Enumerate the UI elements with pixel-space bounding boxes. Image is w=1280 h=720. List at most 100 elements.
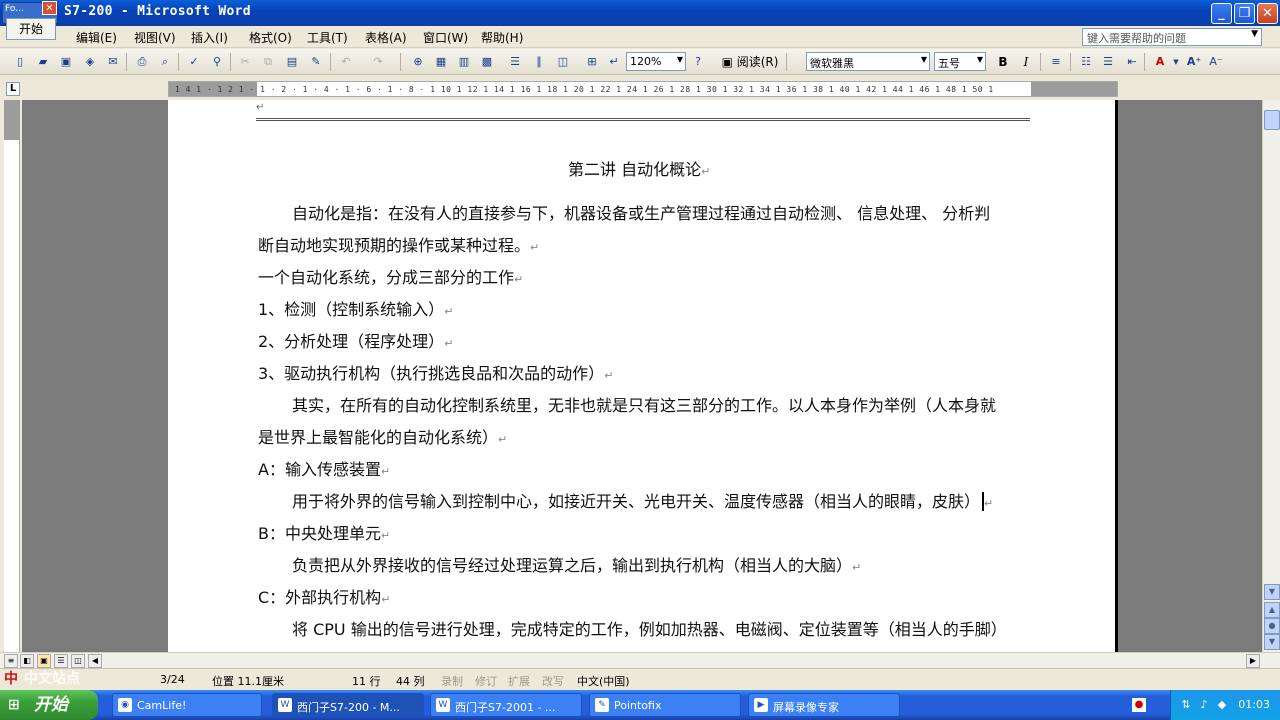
tab-selector[interactable]: L <box>6 82 20 96</box>
camlife-icon: ◉ <box>118 698 132 712</box>
menu-view[interactable]: 视图(V) <box>134 29 176 46</box>
mini-close-icon[interactable]: ✕ <box>42 1 57 15</box>
paragraph-line: 用于将外界的信号输入到控制中心，如接近开关、光电开关、温度传感器（相当人的眼睛，… <box>292 492 994 511</box>
document-map-icon[interactable]: ◫ <box>555 54 571 70</box>
extend-indicator[interactable]: 扩展 <box>508 673 530 689</box>
paragraph-line: 将 CPU 输出的信号进行处理，完成特定的工作，例如加热器、电磁阀、定位装置等（… <box>292 620 1007 639</box>
menu-tools[interactable]: 工具(T) <box>307 29 348 46</box>
permission-icon[interactable]: ◈ <box>82 54 98 70</box>
paragraph-line: 断自动地实现预期的操作或某种过程。↵ <box>258 236 540 255</box>
recorder-watermark: 中 中文站点 <box>0 664 210 692</box>
zoom-value: 120% <box>630 55 662 68</box>
paragraph-line: 一个自动化系统，分成三部分的工作↵ <box>258 268 524 287</box>
record-indicator[interactable]: 录制 <box>441 673 463 689</box>
vertical-scrollbar[interactable]: ▼ ▲ ● ▼ <box>1262 100 1280 652</box>
list-item: 1、检测（控制系统输入）↵ <box>258 300 454 319</box>
help-search-input[interactable]: 键入需要帮助的问题 ▼ <box>1082 28 1262 46</box>
column-number: 44 列 <box>396 675 425 688</box>
track-changes-indicator[interactable]: 修订 <box>475 673 497 689</box>
line-number: 11 行 <box>352 675 381 688</box>
menu-insert[interactable]: 插入(I) <box>191 29 228 46</box>
save-icon[interactable]: ▣ <box>58 54 74 70</box>
read-mode-button[interactable]: ▣ 阅读(R) <box>718 53 782 71</box>
tables-borders-icon[interactable]: ▦ <box>433 54 449 70</box>
font-size-select[interactable]: 五号 ▼ <box>934 52 986 71</box>
undo-icon[interactable]: ↶ <box>338 54 354 70</box>
chevron-down-icon[interactable]: ▼ <box>1251 29 1258 39</box>
overtype-indicator[interactable]: 改写 <box>542 673 564 689</box>
minimize-button[interactable]: _ <box>1211 3 1232 24</box>
format-painter-icon[interactable]: ✎ <box>308 54 324 70</box>
shrink-font-icon[interactable]: A⁻ <box>1208 54 1224 70</box>
chevron-down-icon[interactable]: ▼ <box>1168 54 1184 70</box>
research-icon[interactable]: ⚲ <box>209 54 225 70</box>
ime-toggle-icon[interactable]: ● <box>1132 698 1146 712</box>
paragraph-line: 其实，在所有的自动化控制系统里，无非也就是只有这三部分的工作。以人本身作为举例（… <box>292 396 997 415</box>
email-icon[interactable]: ✉ <box>105 54 121 70</box>
start-label: 开始 <box>34 695 68 715</box>
menu-help[interactable]: 帮助(H) <box>481 29 523 46</box>
start-button[interactable]: ⊞ 开始 <box>0 690 98 720</box>
start-overlay-button[interactable]: 开始 <box>6 18 56 40</box>
decrease-indent-icon[interactable]: ⇤ <box>1124 54 1140 70</box>
task-word-1[interactable]: W 西门子S7-200 - M... <box>272 693 424 717</box>
cut-icon[interactable]: ✂ <box>237 54 253 70</box>
ruler-ticks: 1 4 1 · 1 2 1 · 1 · 2 · 1 · 4 · 1 · 6 · … <box>175 85 994 94</box>
scroll-down-arrow-icon[interactable]: ▼ <box>1264 584 1280 600</box>
menu-table[interactable]: 表格(A) <box>365 29 407 46</box>
horizontal-ruler[interactable]: 1 4 1 · 1 2 1 · 1 · 2 · 1 · 4 · 1 · 6 · … <box>168 81 1118 97</box>
show-hide-icon[interactable]: ⊞ <box>584 54 600 70</box>
clock: 01:03 <box>1238 698 1270 711</box>
insert-table-icon[interactable]: ▥ <box>456 54 472 70</box>
hyperlink-icon[interactable]: ⊕ <box>410 54 426 70</box>
align-center-icon[interactable]: ≡ <box>1048 54 1064 70</box>
redo-icon[interactable]: ↷ <box>370 54 386 70</box>
close-button[interactable]: ✕ <box>1257 3 1278 24</box>
font-name-select[interactable]: 微软雅黑 ▼ <box>806 52 930 71</box>
copy-icon[interactable]: ⧉ <box>260 54 276 70</box>
task-pointofix[interactable]: ✎ Pointofix <box>589 693 741 717</box>
print-icon[interactable]: ⎙ <box>134 54 150 70</box>
next-page-icon[interactable]: ▼ <box>1264 634 1280 650</box>
grow-font-icon[interactable]: A⁺ <box>1186 54 1202 70</box>
document-page[interactable]: ↵ 第二讲 自动化概论↵ 自动化是指：在没有人的直接参与下，机器设备或生产管理过… <box>168 100 1118 652</box>
drawing-icon[interactable]: ∥ <box>531 54 547 70</box>
font-color-icon[interactable]: A <box>1152 54 1168 70</box>
read-label: 阅读(R) <box>736 55 779 69</box>
shield-icon[interactable]: ◆ <box>1215 698 1229 712</box>
zoom-select[interactable]: 120% ▼ <box>626 52 686 71</box>
new-document-icon[interactable]: ▯ <box>12 54 28 70</box>
numbering-icon[interactable]: ☷ <box>1078 54 1094 70</box>
volume-icon[interactable]: ♪ <box>1197 698 1211 712</box>
scroll-right-arrow-icon[interactable]: ▶ <box>1246 654 1260 668</box>
insert-excel-icon[interactable]: ▩ <box>479 54 495 70</box>
language-indicator: 中文(中国) <box>577 675 630 688</box>
paragraph-mark-icon[interactable]: ↵ <box>606 54 622 70</box>
italic-button[interactable]: I <box>1018 53 1034 71</box>
chevron-down-icon: ▼ <box>976 55 983 64</box>
bold-button[interactable]: B <box>995 53 1011 71</box>
columns-icon[interactable]: ☰ <box>507 54 523 70</box>
menu-window[interactable]: 窗口(W) <box>423 29 468 46</box>
standard-toolbar: ▯ ▰ ▣ ◈ ✉ ⎙ ⌕ ✓ ⚲ ✂ ⧉ ▤ ✎ ↶ ↷ ⊕ ▦ ▥ ▩ ☰ … <box>0 49 1280 75</box>
bullets-icon[interactable]: ☰ <box>1100 54 1116 70</box>
prev-page-icon[interactable]: ▲ <box>1264 602 1280 618</box>
list-item: 3、驱动执行机构（执行挑选良品和次品的动作）↵ <box>258 364 614 383</box>
help-icon[interactable]: ? <box>690 54 706 70</box>
menu-bar: 编辑(E) 视图(V) 插入(I) 格式(O) 工具(T) 表格(A) 窗口(W… <box>0 26 1280 48</box>
scroll-thumb[interactable] <box>1264 110 1280 130</box>
spelling-icon[interactable]: ✓ <box>186 54 202 70</box>
paste-icon[interactable]: ▤ <box>284 54 300 70</box>
menu-format[interactable]: 格式(O) <box>249 29 292 46</box>
menu-edit[interactable]: 编辑(E) <box>76 29 117 46</box>
task-word-2[interactable]: W 西门子S7-2001 - ... <box>430 693 582 717</box>
network-icon[interactable]: ⇅ <box>1179 698 1193 712</box>
task-camlife[interactable]: ◉ CamLife! <box>112 693 262 717</box>
print-preview-icon[interactable]: ⌕ <box>157 54 173 70</box>
browse-object-icon[interactable]: ● <box>1264 618 1280 634</box>
restore-button[interactable]: ❐ <box>1234 3 1255 24</box>
font-value: 微软雅黑 <box>810 57 854 70</box>
task-screen-recorder[interactable]: ▶ 屏幕录像专家 <box>748 693 900 717</box>
vertical-ruler[interactable] <box>4 100 20 652</box>
open-folder-icon[interactable]: ▰ <box>35 54 51 70</box>
